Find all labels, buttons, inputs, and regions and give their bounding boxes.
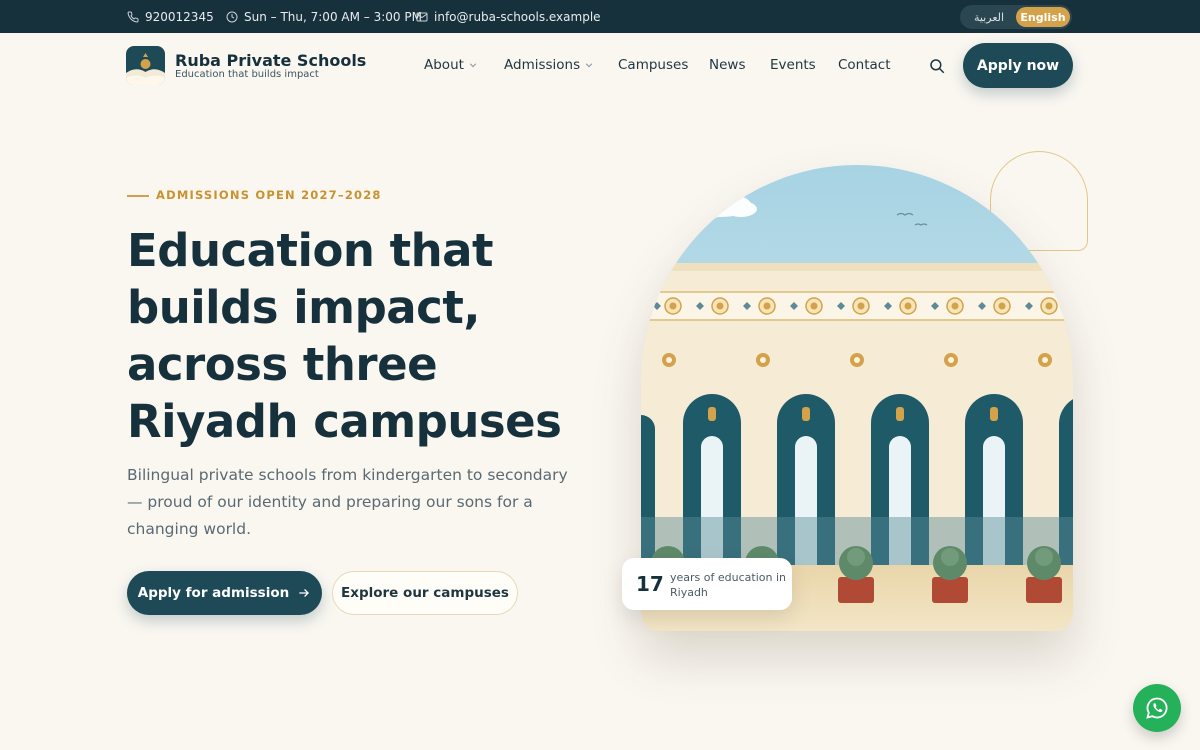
- top-bar: 920012345 Sun – Thu, 7:00 AM – 3:00 PM i…: [0, 0, 1200, 33]
- hero-headline: Education that builds impact, across thr…: [127, 224, 562, 448]
- nav-admissions[interactable]: Admissions: [504, 57, 593, 73]
- nav-campuses-label: Campuses: [618, 57, 689, 73]
- brand-name[interactable]: Ruba Private Schools: [175, 51, 366, 70]
- office-hours: Sun – Thu, 7:00 AM – 3:00 PM: [226, 0, 422, 33]
- phone-icon: [127, 10, 139, 22]
- phone-number: 920012345: [145, 9, 214, 24]
- lang-english-button[interactable]: English: [1016, 7, 1070, 27]
- hero-lead: Bilingual private schools from kindergar…: [127, 466, 568, 538]
- nav-admissions-label: Admissions: [504, 57, 581, 73]
- nav-contact-label: Contact: [838, 57, 891, 73]
- mail-icon: [416, 12, 428, 21]
- nav-news[interactable]: News: [709, 57, 745, 73]
- email-link[interactable]: info@ruba-schools.example: [416, 0, 601, 33]
- nav-events-label: Events: [770, 57, 816, 73]
- logo-icon: [126, 46, 165, 85]
- site-header: Ruba Private Schools Education that buil…: [0, 33, 1200, 97]
- nav-events[interactable]: Events: [770, 57, 816, 73]
- nav-about[interactable]: About: [424, 57, 477, 73]
- school-logo[interactable]: [126, 46, 165, 85]
- search-icon[interactable]: [928, 57, 946, 75]
- years-stat-value: 17: [636, 572, 664, 596]
- eyebrow-rule: [127, 195, 149, 197]
- nav-contact[interactable]: Contact: [838, 57, 891, 73]
- nav-campuses[interactable]: Campuses: [618, 57, 688, 73]
- nav-about-label: About: [424, 57, 464, 73]
- arrow-right-icon: [299, 589, 310, 597]
- hours-text: Sun – Thu, 7:00 AM – 3:00 PM: [244, 9, 422, 24]
- language-switcher: العربية English: [960, 5, 1072, 29]
- chevron-down-icon: [469, 63, 477, 68]
- phone-link[interactable]: 920012345: [127, 0, 214, 33]
- whatsapp-icon: [1146, 697, 1168, 719]
- admissions-eyebrow: ADMISSIONS OPEN 2027–2028: [156, 188, 382, 202]
- lang-arabic-button[interactable]: العربية: [962, 7, 1016, 27]
- email-text: info@ruba-schools.example: [434, 9, 601, 24]
- years-stat-card: 17 years of education in Riyadh: [622, 558, 792, 610]
- brand-tagline: Education that builds impact: [175, 69, 319, 80]
- apply-for-admission-label: Apply for admission: [137, 585, 290, 601]
- chevron-down-icon: [585, 63, 593, 68]
- clock-icon: [226, 11, 238, 22]
- nav-news-label: News: [709, 57, 746, 73]
- apply-for-admission-button[interactable]: Apply for admission: [127, 571, 322, 615]
- explore-campuses-button[interactable]: Explore our campuses: [332, 571, 518, 615]
- whatsapp-button[interactable]: [1133, 684, 1181, 732]
- years-stat-label: years of education in Riyadh: [670, 571, 786, 599]
- apply-now-button[interactable]: Apply now: [963, 43, 1073, 88]
